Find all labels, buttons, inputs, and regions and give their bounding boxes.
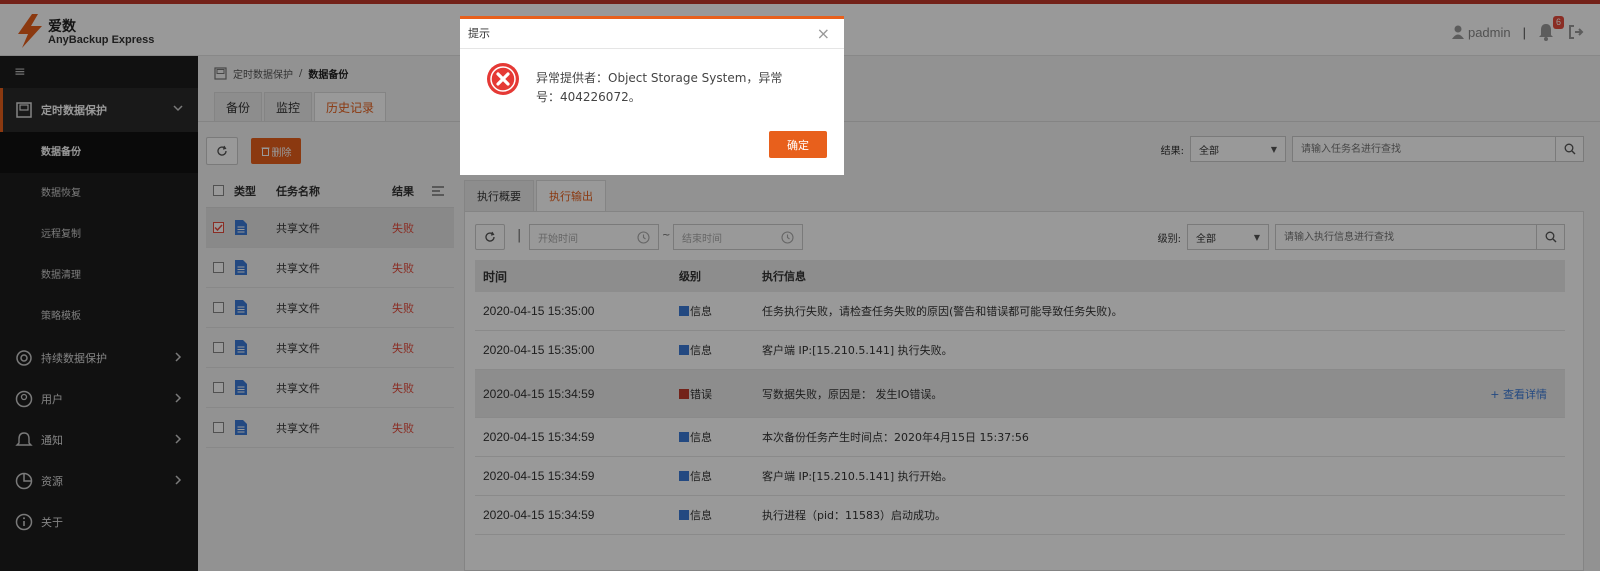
error-icon [487, 63, 519, 95]
dialog-title: 提示 [468, 27, 490, 40]
dialog-message: 异常提供者：Object Storage System，异常号：40422607… [536, 71, 783, 104]
ok-button[interactable]: 确定 [769, 131, 827, 158]
dialog-header: 提示 × [460, 19, 844, 49]
close-icon[interactable]: × [817, 19, 830, 49]
alert-dialog: 提示 × 异常提供者：Object Storage System，异常号：404… [460, 16, 844, 175]
